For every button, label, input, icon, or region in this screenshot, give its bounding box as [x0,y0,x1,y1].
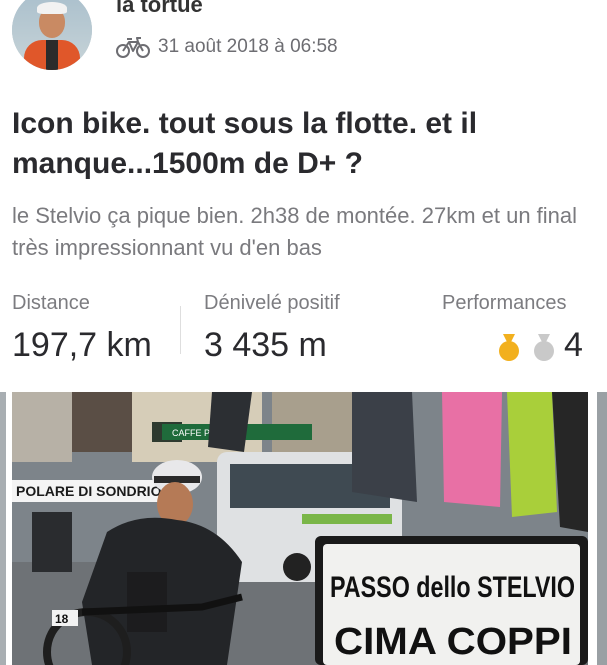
activity-header: la tortue 31 août 2018 à 06:58 [0,0,607,80]
bike-icon [116,37,150,58]
performances-value: 4 [564,326,583,364]
photo-scene: CAFFE PERE POLARE DI SONDRIO 18 PASSO de… [12,392,588,665]
distance-value: 197,7 km [12,326,152,364]
next-photo-edge[interactable] [597,392,607,665]
distance-label: Distance [12,292,90,314]
banner-text: POLARE DI SONDRIO [16,483,162,499]
elevation-label: Dénivelé positif [204,292,340,314]
bib-number: 18 [55,612,69,626]
sign-line2: CIMA COPPI [334,621,572,663]
author-name[interactable]: la tortue [116,0,203,18]
sign-line1: PASSO dello STELVIO [330,571,575,604]
elevation-value: 3 435 m [204,326,327,364]
performances-label: Performances [442,292,567,314]
activity-title[interactable]: Icon bike. tout sous la flotte. et il ma… [12,104,592,184]
activity-stats: Distance 197,7 km Dénivelé positif 3 435… [0,290,607,370]
activity-description: le Stelvio ça pique bien. 2h38 de montée… [12,203,578,260]
activity-photo[interactable]: CAFFE PERE POLARE DI SONDRIO 18 PASSO de… [12,392,588,665]
avatar[interactable] [12,0,92,70]
previous-photo-edge[interactable] [0,392,6,665]
silver-medal-icon [534,334,554,361]
gold-medal-icon [499,334,519,361]
stats-divider [180,306,181,354]
activity-date: 31 août 2018 à 06:58 [158,36,338,57]
activity-meta: 31 août 2018 à 06:58 [116,36,338,58]
